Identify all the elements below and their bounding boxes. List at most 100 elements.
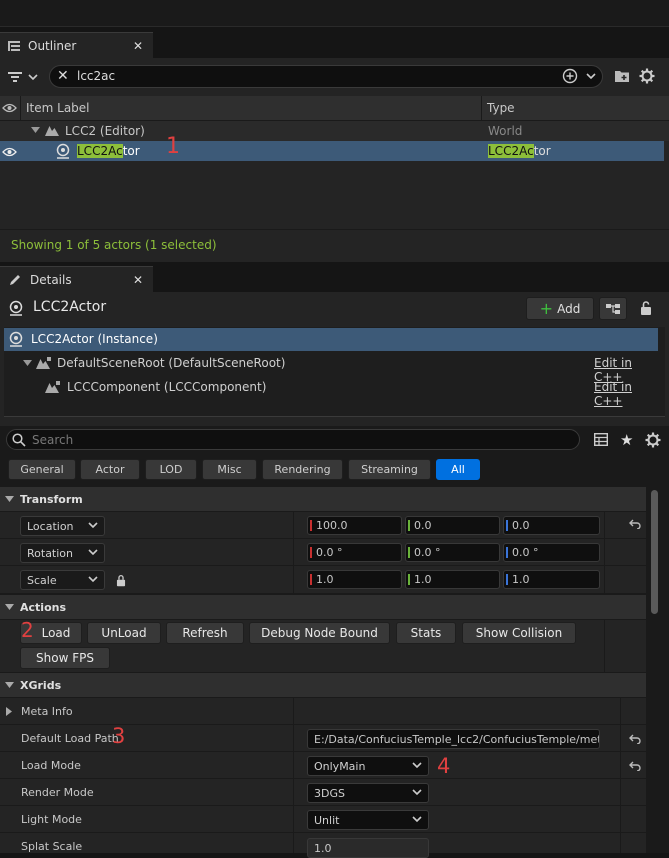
scale-z-field[interactable]: 1.0: [503, 570, 600, 589]
add-folder-icon[interactable]: [614, 69, 630, 83]
outliner-status: Showing 1 of 5 actors (1 selected): [11, 238, 217, 252]
refresh-button[interactable]: Refresh: [166, 622, 244, 644]
scrollbar-thumb[interactable]: [651, 490, 658, 614]
filter-actor[interactable]: Actor: [80, 459, 140, 480]
show-collision-button[interactable]: Show Collision: [462, 622, 576, 644]
column-divider: [620, 698, 621, 853]
world-label: LCC2 (Editor): [65, 124, 145, 138]
component-label: LCCComponent (LCCComponent): [67, 380, 267, 394]
chevron-down-icon: [88, 522, 98, 529]
light-mode-label: Light Mode: [21, 813, 82, 826]
edit-in-cpp-link[interactable]: Edit in C++: [594, 380, 658, 408]
scale-y-field[interactable]: 1.0: [405, 570, 500, 589]
collapsed-arrow-icon[interactable]: [6, 707, 12, 716]
blueprint-button[interactable]: [599, 297, 627, 320]
column-divider[interactable]: [293, 512, 294, 594]
tab-details-label: Details: [30, 272, 72, 287]
default-load-path-label: Default Load Path: [21, 732, 119, 745]
outliner-search-box[interactable]: ✕ lcc2ac: [49, 65, 603, 88]
expand-arrow-icon[interactable]: [31, 127, 40, 134]
render-mode-dropdown[interactable]: 3DGS: [307, 783, 429, 803]
location-dropdown[interactable]: Location: [20, 516, 105, 536]
details-actor-name[interactable]: LCC2Actor: [33, 299, 106, 315]
lock-icon[interactable]: [639, 300, 653, 316]
property-row-meta-info[interactable]: Meta Info: [0, 698, 646, 725]
reset-arrow-icon[interactable]: [629, 519, 641, 529]
filter-dropdown[interactable]: [8, 69, 38, 85]
debug-node-bound-button[interactable]: Debug Node Bound: [249, 622, 390, 644]
section-transform[interactable]: Transform: [0, 487, 646, 511]
splat-scale-field[interactable]: 1.0: [307, 838, 429, 858]
expand-arrow-icon[interactable]: [5, 496, 14, 503]
visibility-eye-icon[interactable]: [2, 102, 17, 114]
expand-arrow-icon[interactable]: [23, 360, 32, 367]
expand-arrow-icon[interactable]: [5, 604, 14, 611]
blueprint-icon: [606, 303, 620, 314]
chevron-down-icon[interactable]: [586, 72, 596, 80]
filter-streaming[interactable]: Streaming: [348, 459, 431, 480]
search-icon: [12, 433, 26, 447]
location-y-field[interactable]: 0.0: [405, 516, 500, 535]
settings-gear-icon[interactable]: [639, 68, 655, 84]
rotation-dropdown[interactable]: Rotation: [20, 543, 105, 563]
favorite-star-icon[interactable]: ★: [620, 431, 633, 449]
filter-rendering[interactable]: Rendering: [262, 459, 343, 480]
reset-arrow-icon[interactable]: [629, 761, 641, 771]
tab-details[interactable]: Details ✕: [0, 266, 153, 292]
column-divider[interactable]: [604, 512, 605, 594]
default-load-path-field[interactable]: E:/Data/ConfuciusTemple_lcc2/ConfuciusTe…: [307, 729, 600, 749]
column-divider[interactable]: [293, 698, 294, 853]
tree-row-actor[interactable]: LCC2Actor LCC2Actor: [0, 141, 664, 161]
component-row-lcc[interactable]: LCCComponent (LCCComponent) Edit in C++: [4, 376, 658, 408]
filter-all[interactable]: All: [436, 459, 480, 480]
details-search-box[interactable]: Search: [6, 429, 580, 450]
component-row-scene-root[interactable]: DefaultSceneRoot (DefaultSceneRoot) Edit…: [4, 352, 658, 384]
show-fps-button[interactable]: Show FPS: [20, 647, 110, 669]
scale-dropdown[interactable]: Scale: [20, 570, 105, 590]
annotation-marker: 1: [166, 134, 180, 159]
component-row-instance[interactable]: LCC2Actor (Instance): [4, 328, 658, 351]
section-actions[interactable]: Actions: [0, 595, 646, 619]
add-filter-icon[interactable]: [562, 68, 578, 84]
property-row-rotation: Rotation 0.0 ° 0.0 ° 0.0 °: [0, 539, 646, 566]
stats-button[interactable]: Stats: [396, 622, 456, 644]
world-type: World: [488, 124, 523, 138]
rotation-z-field[interactable]: 0.0 °: [503, 543, 600, 562]
close-icon[interactable]: ✕: [133, 273, 143, 287]
details-pencil-icon: [8, 273, 22, 287]
unload-button[interactable]: UnLoad: [87, 622, 161, 644]
filter-lod[interactable]: LOD: [145, 459, 197, 480]
close-icon[interactable]: ✕: [133, 39, 143, 53]
light-mode-dropdown[interactable]: Unlit: [307, 810, 429, 830]
section-title: Actions: [20, 600, 66, 614]
visibility-eye-icon[interactable]: [2, 146, 17, 158]
property-row-load-mode: Load Mode OnlyMain: [0, 752, 646, 779]
filter-general[interactable]: General: [8, 459, 76, 480]
expand-arrow-icon[interactable]: [5, 682, 14, 689]
annotation-marker: 4: [437, 754, 451, 778]
add-component-button[interactable]: + Add: [526, 297, 594, 320]
scale-x-field[interactable]: 1.0: [307, 570, 402, 589]
location-z-field[interactable]: 0.0: [503, 516, 600, 535]
section-xgrids[interactable]: XGrids: [0, 673, 646, 697]
column-item-label[interactable]: Item Label: [26, 101, 90, 115]
actor-icon: [8, 331, 24, 347]
lock-icon[interactable]: [115, 574, 127, 587]
chevron-down-icon: [88, 576, 98, 583]
table-view-icon[interactable]: [594, 433, 608, 446]
clear-search-icon[interactable]: ✕: [57, 68, 69, 84]
rotation-y-field[interactable]: 0.0 °: [405, 543, 500, 562]
column-type[interactable]: Type: [487, 101, 515, 115]
dropdown-label: Location: [27, 519, 74, 533]
rotation-x-field[interactable]: 0.0 °: [307, 543, 402, 562]
location-x-field[interactable]: 100.0: [307, 516, 402, 535]
tree-row-world[interactable]: LCC2 (Editor) World: [0, 121, 669, 141]
filter-misc[interactable]: Misc: [202, 459, 257, 480]
load-mode-dropdown[interactable]: OnlyMain: [307, 756, 429, 776]
chevron-down-icon: [28, 74, 38, 81]
reset-arrow-icon[interactable]: [629, 734, 641, 744]
outliner-search-input[interactable]: lcc2ac: [77, 69, 115, 83]
tab-outliner[interactable]: Outliner ✕: [0, 32, 153, 58]
details-search-input[interactable]: Search: [32, 433, 73, 447]
settings-gear-icon[interactable]: [645, 432, 661, 448]
